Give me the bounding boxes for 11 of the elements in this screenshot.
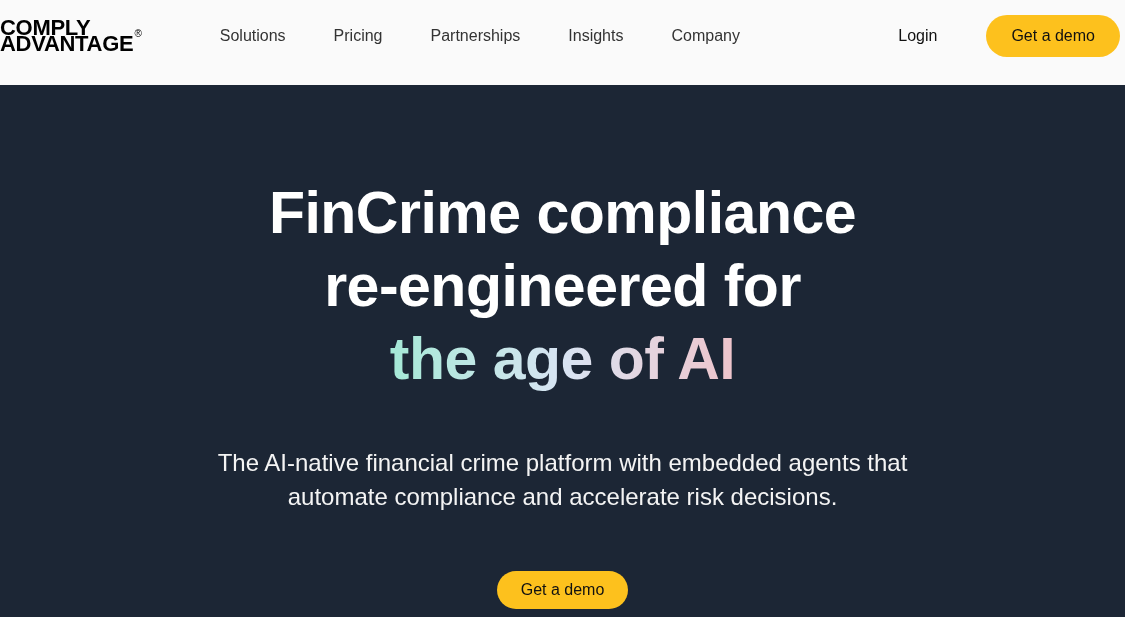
hero-headline: FinCrime compliance re-engineered for the age of AI xyxy=(268,177,857,396)
nav-link[interactable]: Pricing xyxy=(333,24,383,48)
get-demo-button[interactable]: Get a demo xyxy=(986,15,1120,57)
nav-link[interactable]: Insights xyxy=(568,24,624,48)
hero-subtitle: The AI-native financial crime platform with embedded agents that automate compliance and accelerate risk decisions. xyxy=(216,448,909,512)
nav-link[interactable]: Company xyxy=(671,24,740,48)
login-link[interactable]: Login xyxy=(898,24,938,48)
nav-link[interactable]: Solutions xyxy=(219,24,286,48)
nav-link[interactable]: Partnerships xyxy=(430,24,521,48)
logo-link[interactable]: COMPLY ADVANTAGE® xyxy=(0,20,142,52)
get-demo-button[interactable]: Get a demo xyxy=(496,571,629,609)
